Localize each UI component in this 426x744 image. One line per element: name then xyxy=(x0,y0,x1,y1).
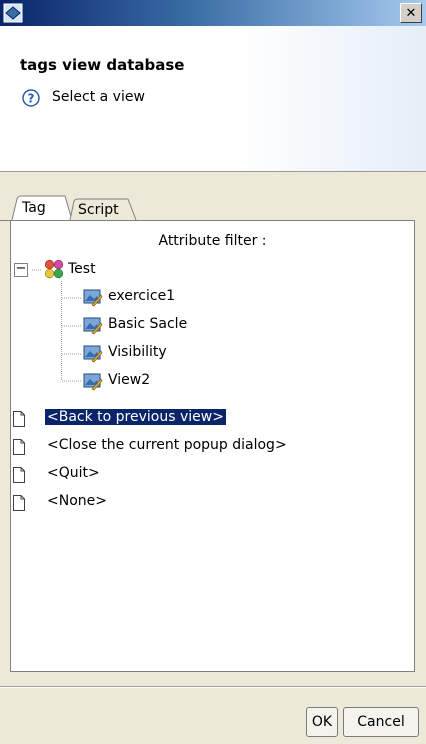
collapse-icon: − xyxy=(15,261,27,276)
tree-item[interactable]: View2 xyxy=(83,371,243,395)
svg-text:?: ? xyxy=(28,92,35,106)
list-item-label: <None> xyxy=(47,493,107,509)
list-item-label: <Back to previous view> xyxy=(45,409,226,425)
dialog-title: tags view database xyxy=(20,56,185,74)
tree-item-label: Basic Sacle xyxy=(108,316,188,332)
document-icon xyxy=(13,467,25,483)
dialog-header: tags view database ? Select a view xyxy=(0,26,426,172)
tab-bar: Tag Script xyxy=(0,195,426,221)
tab-tag[interactable]: Tag xyxy=(18,195,70,219)
ok-button[interactable]: OK xyxy=(306,707,338,737)
tree-item-label: exercice1 xyxy=(108,288,176,304)
tree-expander[interactable]: − xyxy=(14,261,28,277)
help-icon: ? xyxy=(22,89,40,107)
list-item[interactable]: <Quit> xyxy=(13,464,413,488)
list-item-label: <Close the current popup dialog> xyxy=(47,437,287,453)
close-icon: ✕ xyxy=(405,5,417,21)
close-button[interactable]: ✕ xyxy=(400,3,422,23)
view-icon xyxy=(83,345,103,363)
view-icon xyxy=(83,289,103,307)
list-item[interactable]: <None> xyxy=(13,492,413,516)
group-icon xyxy=(44,259,64,279)
tree-item-label: Visibility xyxy=(108,344,167,360)
button-bar-separator xyxy=(0,686,426,688)
dialog-message: Select a view xyxy=(52,89,145,105)
tree-root-label[interactable]: Test xyxy=(68,261,96,277)
tree-item[interactable]: exercice1 xyxy=(83,287,243,311)
view-icon xyxy=(83,317,103,335)
tree-item[interactable]: Visibility xyxy=(83,343,243,367)
list-item-label: <Quit> xyxy=(47,465,100,481)
view-icon xyxy=(83,373,103,391)
list-item[interactable]: <Close the current popup dialog> xyxy=(13,436,413,460)
list-item[interactable]: <Back to previous view> xyxy=(13,408,413,432)
document-icon xyxy=(13,411,25,427)
view-tree-panel: Attribute filter : − Test exercice1 Basi… xyxy=(10,220,415,672)
app-icon xyxy=(3,3,23,23)
tree-item[interactable]: Basic Sacle xyxy=(83,315,243,339)
document-icon xyxy=(13,495,25,511)
cancel-button[interactable]: Cancel xyxy=(343,707,419,737)
tree-item-label: View2 xyxy=(108,372,151,388)
document-icon xyxy=(13,439,25,455)
title-bar: ✕ xyxy=(0,0,426,26)
tab-tag-label: Tag xyxy=(22,200,46,216)
tab-script[interactable]: Script xyxy=(75,195,133,219)
tab-script-label: Script xyxy=(78,202,119,218)
